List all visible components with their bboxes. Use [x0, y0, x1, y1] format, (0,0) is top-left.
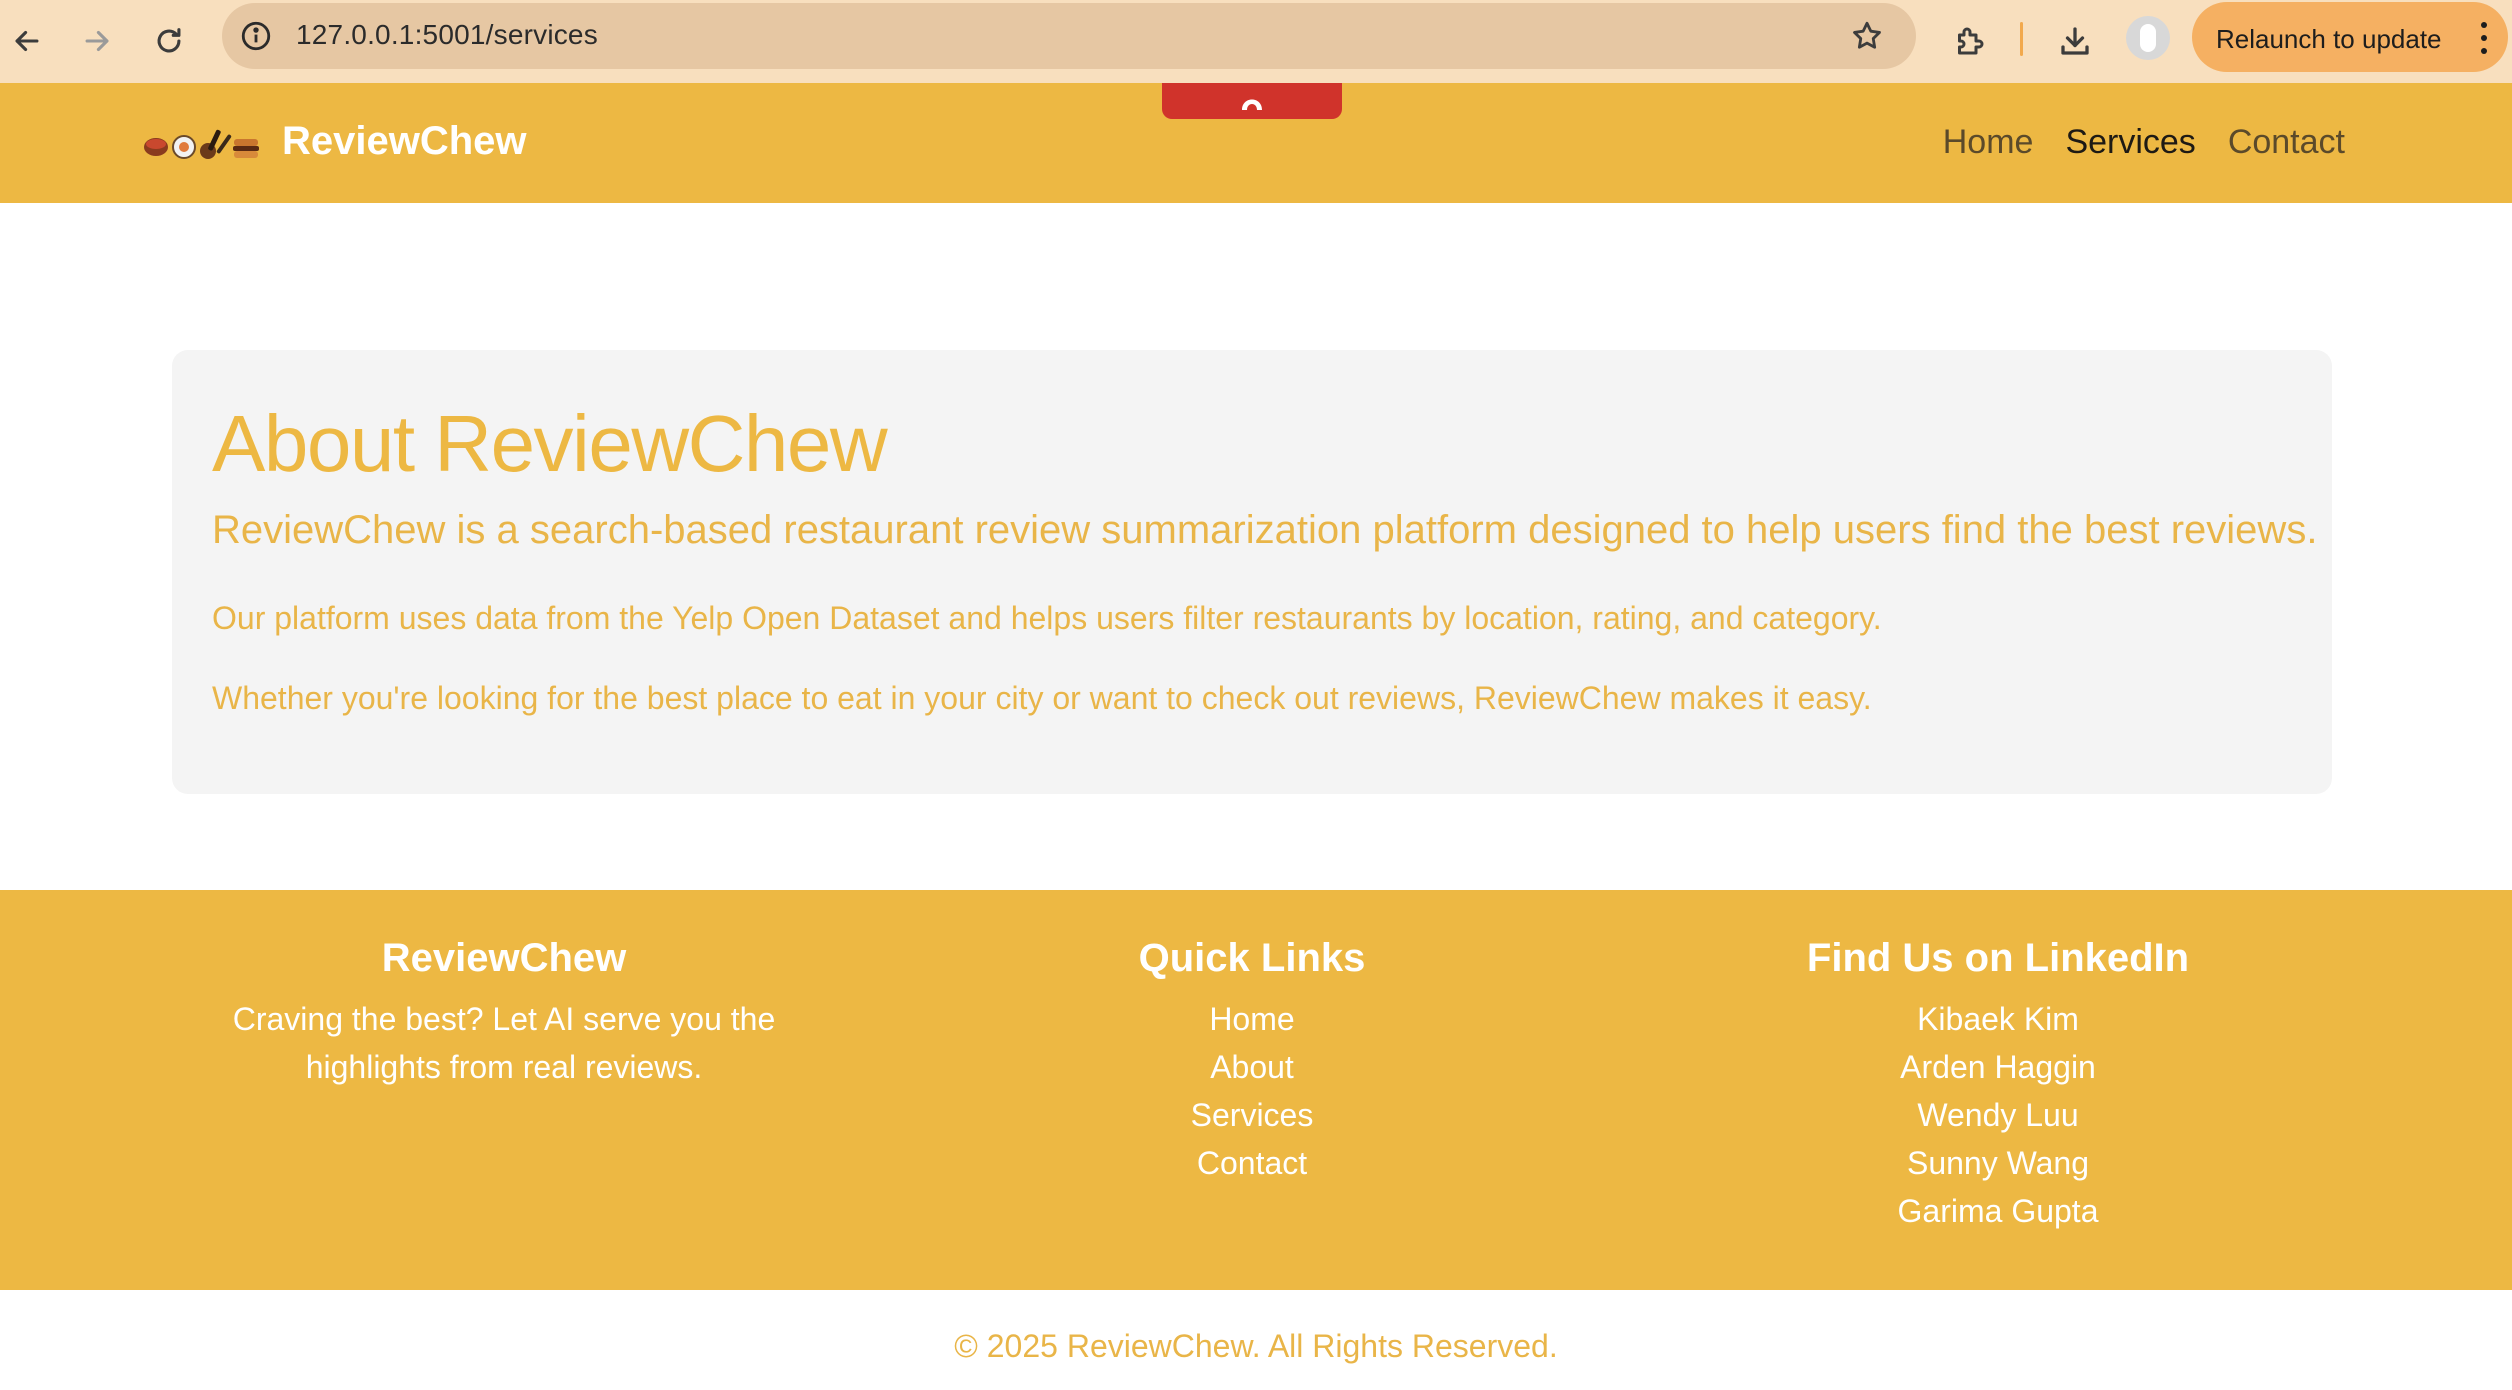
overlay-tab[interactable]: [1162, 83, 1342, 119]
about-paragraph: Our platform uses data from the Yelp Ope…: [212, 600, 1882, 636]
linkedin-link[interactable]: Sunny Wang: [1624, 1139, 2372, 1187]
relaunch-label: Relaunch to update: [2216, 24, 2442, 54]
footer-brand-column: ReviewChew Craving the best? Let AI serv…: [130, 936, 878, 1091]
relaunch-button[interactable]: Relaunch to update: [2192, 2, 2508, 72]
footer-link-services[interactable]: Services: [878, 1091, 1626, 1139]
url-text[interactable]: 127.0.0.1:5001/services: [296, 19, 598, 51]
linkedin-heading: Find Us on LinkedIn: [1806, 936, 2190, 980]
footer-tagline: Craving the best? Let AI serve you the h…: [232, 1001, 776, 1085]
linkedin-link[interactable]: Garima Gupta: [1624, 1187, 2372, 1235]
footer-link-about[interactable]: About: [878, 1043, 1626, 1091]
linkedin-link[interactable]: Wendy Luu: [1624, 1091, 2372, 1139]
main-nav: Home Services Contact: [1943, 123, 2345, 162]
linkedin-link[interactable]: Kibaek Kim: [1624, 995, 2372, 1043]
reload-icon[interactable]: [142, 14, 196, 68]
footer-link-home[interactable]: Home: [878, 995, 1626, 1043]
footer-quick-links-column: Quick Links Home About Services Contact: [878, 936, 1626, 1187]
arch-icon: [1242, 99, 1262, 110]
nav-link-services[interactable]: Services: [2065, 123, 2195, 162]
food-logo-icon: [144, 129, 259, 159]
extensions-icon[interactable]: [1943, 14, 1997, 68]
forward-arrow-icon[interactable]: [70, 14, 124, 68]
info-icon[interactable]: [236, 16, 276, 56]
about-lead: ReviewChew is a search-based restaurant …: [212, 508, 2318, 552]
footer-link-contact[interactable]: Contact: [878, 1139, 1626, 1187]
footer-linkedin-column: Find Us on LinkedIn Kibaek Kim Arden Hag…: [1624, 936, 2372, 1235]
copyright-text: © 2025 ReviewChew. All Rights Reserved.: [954, 1328, 1558, 1364]
more-vert-icon[interactable]: [2474, 18, 2494, 58]
about-paragraph: Whether you're looking for the best plac…: [212, 680, 1872, 716]
linkedin-link[interactable]: Arden Haggin: [1624, 1043, 2372, 1091]
toolbar-separator: [2020, 22, 2023, 56]
footer-brand-heading: ReviewChew: [381, 936, 627, 980]
nav-link-home[interactable]: Home: [1943, 123, 2034, 162]
quick-links-heading: Quick Links: [1138, 936, 1366, 980]
site-footer: ReviewChew Craving the best? Let AI serv…: [0, 890, 2512, 1290]
download-icon[interactable]: [2048, 14, 2102, 68]
profile-icon[interactable]: [2126, 16, 2170, 60]
about-section: About ReviewChew ReviewChew is a search-…: [172, 350, 2332, 794]
star-icon[interactable]: [1848, 17, 1886, 55]
browser-toolbar: 127.0.0.1:5001/services Relaunch to upda…: [0, 0, 2512, 83]
back-arrow-icon[interactable]: [0, 14, 54, 68]
address-bar[interactable]: 127.0.0.1:5001/services: [222, 3, 1916, 69]
nav-link-contact[interactable]: Contact: [2228, 123, 2345, 162]
site-brand[interactable]: ReviewChew: [282, 119, 527, 164]
page-title: About ReviewChew: [212, 399, 888, 488]
